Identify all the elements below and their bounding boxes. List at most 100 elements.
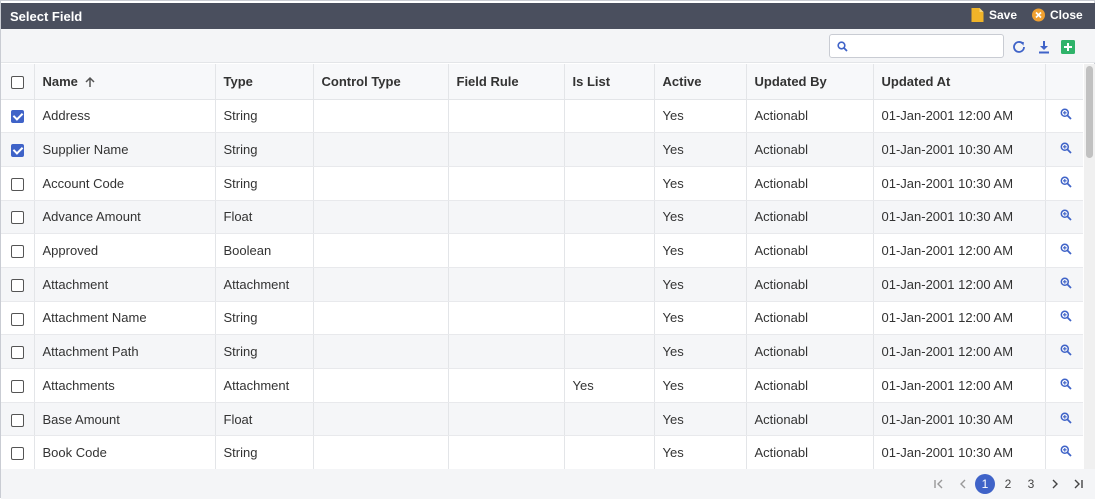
zoom-in-icon[interactable] (1060, 243, 1072, 255)
page-3-button[interactable]: 3 (1021, 474, 1041, 494)
row-checkbox[interactable] (10, 144, 24, 158)
table-row[interactable]: Attachment Name String Yes Actionabl 01-Jan-… (1, 301, 1083, 336)
zoom-in-icon[interactable] (1060, 412, 1072, 424)
row-select-cell[interactable] (1, 402, 35, 437)
column-header-updated-by[interactable]: Updated By (746, 64, 874, 100)
column-header-name[interactable]: Name (34, 64, 216, 100)
cell-is-list (564, 233, 655, 268)
row-checkbox[interactable] (10, 177, 24, 191)
zoom-in-icon[interactable] (1060, 176, 1072, 188)
cell-type: String (215, 301, 314, 336)
cell-name: Book Code (34, 435, 216, 469)
cell-name: Advance Amount (34, 200, 216, 235)
cell-type: Float (215, 402, 314, 437)
zoom-in-icon[interactable] (1060, 378, 1072, 390)
close-button[interactable]: Close (1032, 8, 1083, 22)
column-header-is-list[interactable]: Is List (564, 64, 655, 100)
cell-control-type (313, 166, 449, 201)
zoom-in-icon[interactable] (1060, 277, 1072, 289)
row-checkbox[interactable] (10, 312, 24, 326)
column-label: Name (42, 73, 78, 89)
table-row[interactable]: Attachments Attachment Yes Yes Actionabl 01-J… (1, 368, 1083, 403)
zoom-in-icon[interactable] (1060, 344, 1072, 356)
row-select-cell[interactable] (1, 132, 35, 167)
row-checkbox[interactable] (10, 211, 24, 225)
cell-updated-by: Actionabl (746, 166, 874, 201)
save-button[interactable]: Save (971, 8, 1017, 22)
zoom-in-icon[interactable] (1060, 209, 1072, 222)
cell-active: Yes (654, 200, 747, 235)
table-row[interactable]: Account Code String Yes Actionabl 01-Jan-200… (1, 166, 1083, 201)
select-all-cell[interactable] (1, 64, 35, 100)
cell-control-type (313, 132, 449, 167)
column-header-control-type[interactable]: Control Type (313, 64, 449, 100)
refresh-icon[interactable] (1011, 39, 1027, 55)
row-select-cell[interactable] (1, 99, 35, 134)
cell-type: String (215, 334, 314, 369)
table-row[interactable]: Attachment Attachment Yes Actionabl 01-Jan-2… (1, 267, 1083, 302)
last-page-icon[interactable] (1071, 474, 1085, 494)
zoom-in-icon[interactable] (1060, 310, 1072, 323)
row-checkbox[interactable] (10, 245, 24, 259)
column-header-active[interactable]: Active (654, 64, 747, 100)
table-row[interactable]: Advance Amount Float Yes Actionabl 01-Jan-20… (1, 200, 1083, 235)
row-checkbox[interactable] (10, 447, 24, 461)
cell-is-list (564, 301, 655, 336)
cell-updated-at: 01-Jan-2001 10:30 AM (873, 200, 1046, 235)
previous-page-icon[interactable] (956, 474, 970, 494)
search-input[interactable] (852, 37, 1000, 55)
column-header-actions (1045, 64, 1083, 100)
cell-active: Yes (654, 267, 747, 302)
first-page-icon[interactable] (932, 474, 946, 494)
scrollbar-thumb[interactable] (1086, 66, 1093, 158)
close-icon (1032, 8, 1045, 22)
table-row[interactable]: Book Code String Yes Actionabl 01-Jan-2001 1… (1, 435, 1083, 469)
row-checkbox[interactable] (10, 346, 24, 360)
row-checkbox[interactable] (10, 110, 24, 124)
table-row[interactable]: Attachment Path String Yes Actionabl 01-Jan-… (1, 334, 1083, 369)
row-checkbox[interactable] (10, 278, 24, 292)
table-row[interactable]: Address String Yes Actionabl 01-Jan-2001 12:… (1, 99, 1083, 134)
select-field-dialog: Select Field Save Close Name Type Contro… (0, 0, 1095, 499)
cell-type: String (215, 166, 314, 201)
page-2-button[interactable]: 2 (998, 474, 1018, 494)
zoom-in-icon[interactable] (1060, 142, 1072, 154)
row-action-cell (1045, 99, 1083, 134)
cell-field-rule (448, 334, 565, 369)
zoom-in-icon[interactable] (1060, 108, 1072, 120)
row-select-cell[interactable] (1, 233, 35, 268)
row-select-cell[interactable] (1, 267, 35, 302)
row-select-cell[interactable] (1, 368, 35, 403)
cell-updated-by: Actionabl (746, 368, 874, 403)
cell-field-rule (448, 166, 565, 201)
row-select-cell[interactable] (1, 166, 35, 201)
download-icon[interactable] (1036, 39, 1052, 55)
column-header-type[interactable]: Type (215, 64, 314, 100)
row-select-cell[interactable] (1, 200, 35, 235)
search-box[interactable] (829, 34, 1004, 58)
row-checkbox[interactable] (10, 379, 24, 393)
cell-active: Yes (654, 233, 747, 268)
select-all-checkbox[interactable] (10, 75, 24, 89)
next-page-icon[interactable] (1048, 474, 1062, 494)
row-select-cell[interactable] (1, 334, 35, 369)
cell-is-list (564, 200, 655, 235)
column-header-field-rule[interactable]: Field Rule (448, 64, 565, 100)
vertical-scrollbar[interactable] (1084, 64, 1095, 469)
table-row[interactable]: Base Amount Float Yes Actionabl 01-Jan-2001 … (1, 402, 1083, 437)
table-row[interactable]: Supplier Name String Yes Actionabl 01-Jan-20… (1, 132, 1083, 167)
cell-updated-at: 01-Jan-2001 12:00 AM (873, 301, 1046, 336)
page-1-button[interactable]: 1 (975, 474, 995, 494)
cell-updated-by: Actionabl (746, 132, 874, 167)
column-header-updated-at[interactable]: Updated At (873, 64, 1046, 100)
cell-field-rule (448, 233, 565, 268)
table-body: Address String Yes Actionabl 01-Jan-2001 12:… (1, 99, 1083, 469)
row-action-cell (1045, 368, 1083, 403)
zoom-in-icon[interactable] (1060, 445, 1072, 457)
cell-updated-by: Actionabl (746, 200, 874, 235)
table-row[interactable]: Approved Boolean Yes Actionabl 01-Jan-2001 1… (1, 233, 1083, 268)
row-select-cell[interactable] (1, 301, 35, 336)
row-select-cell[interactable] (1, 435, 35, 469)
row-checkbox[interactable] (10, 413, 24, 427)
add-icon[interactable] (1060, 39, 1076, 55)
